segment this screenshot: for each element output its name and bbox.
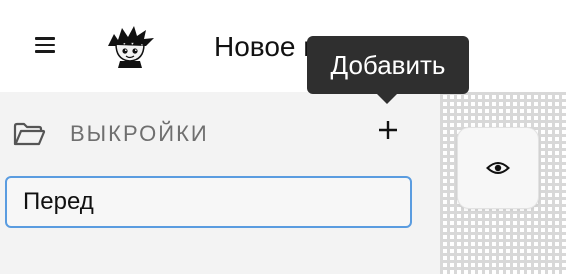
patterns-sidebar: ВЫКРОЙКИ	[0, 92, 440, 274]
menu-line	[35, 37, 55, 40]
menu-line	[35, 43, 55, 47]
add-tooltip: Добавить	[307, 36, 469, 94]
tooltip-arrow	[376, 93, 398, 104]
preview-toggle-button[interactable]	[457, 127, 539, 209]
pattern-name-input[interactable]	[5, 176, 412, 228]
eye-icon	[486, 162, 510, 174]
cartoon-character-logo	[108, 26, 154, 68]
menu-line	[35, 50, 55, 53]
hamburger-menu-icon[interactable]	[28, 30, 62, 60]
patterns-section-header: ВЫКРОЙКИ	[0, 110, 440, 156]
document-title[interactable]: Новое н	[214, 30, 319, 64]
app-window: Новое н ВЫКРОЙКИ Перед Добавить	[0, 0, 566, 274]
top-bar: Новое н	[0, 0, 566, 92]
plus-icon	[379, 121, 397, 139]
patterns-section-title: ВЫКРОЙКИ	[70, 121, 209, 146]
add-pattern-button[interactable]	[372, 114, 404, 146]
folder-icon	[13, 122, 46, 146]
